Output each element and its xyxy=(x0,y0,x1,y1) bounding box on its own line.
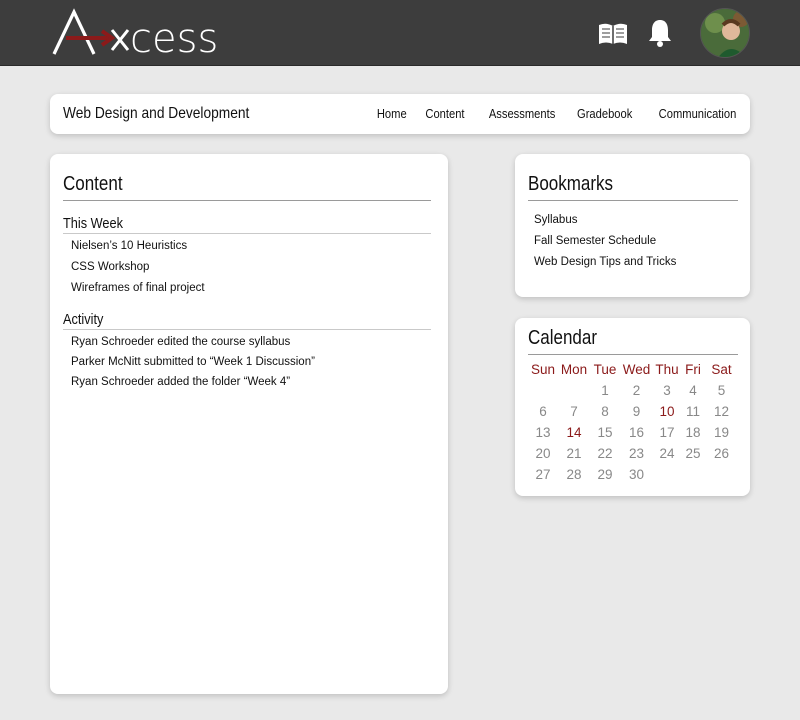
calendar-day[interactable]: 3 xyxy=(653,380,681,401)
calendar-divider xyxy=(528,354,738,355)
calendar-weekday: Wed xyxy=(622,362,651,377)
bookmark-item[interactable]: Fall Semester Schedule xyxy=(534,235,676,256)
bookmarks-title: Bookmarks xyxy=(528,173,614,195)
nav-assessments[interactable]: Assessments xyxy=(489,106,555,121)
content-title: Content xyxy=(63,173,123,195)
calendar-day[interactable]: 28 xyxy=(558,464,590,485)
calendar-empty-cell xyxy=(558,380,590,401)
top-bar: cess xyxy=(0,0,800,66)
calendar-card: Calendar Sun Mon Tue Wed Thu Fri Sat 1 2 3 4 5 6 7 8 9 1… xyxy=(515,318,750,496)
calendar-day[interactable]: 12 xyxy=(705,401,738,422)
book-icon[interactable] xyxy=(598,22,628,51)
calendar-day[interactable]: 13 xyxy=(528,422,558,443)
bookmarks-divider xyxy=(528,200,738,201)
calendar-empty-cell xyxy=(681,464,705,485)
calendar-day[interactable]: 24 xyxy=(653,443,681,464)
calendar-day[interactable]: 17 xyxy=(653,422,681,443)
activity-heading: Activity xyxy=(63,311,104,328)
calendar-empty-cell xyxy=(528,380,558,401)
calendar-weekday: Fri xyxy=(685,362,701,377)
calendar-day[interactable]: 21 xyxy=(558,443,590,464)
calendar-day[interactable]: 18 xyxy=(681,422,705,443)
calendar-day[interactable]: 25 xyxy=(681,443,705,464)
nav-content[interactable]: Content xyxy=(426,106,465,121)
calendar-day[interactable]: 5 xyxy=(705,380,738,401)
calendar-day[interactable]: 23 xyxy=(620,443,653,464)
calendar-empty-cell xyxy=(653,464,681,485)
bookmarks-list: Syllabus Fall Semester Schedule Web Desi… xyxy=(534,214,676,277)
content-card: Content This Week Nielsen’s 10 Heuristic… xyxy=(50,154,448,694)
bell-icon[interactable] xyxy=(647,18,673,53)
calendar-day[interactable]: 8 xyxy=(590,401,620,422)
calendar-day[interactable]: 1 xyxy=(590,380,620,401)
calendar-day[interactable]: 29 xyxy=(590,464,620,485)
calendar-day[interactable]: 16 xyxy=(620,422,653,443)
bookmarks-card: Bookmarks Syllabus Fall Semester Schedul… xyxy=(515,154,750,297)
avatar-image xyxy=(701,9,749,57)
calendar-day[interactable]: 22 xyxy=(590,443,620,464)
activity-list: Ryan Schroeder edited the course syllabu… xyxy=(71,336,315,396)
calendar-weekday: Mon xyxy=(560,362,588,377)
calendar-weekday: Tue xyxy=(593,362,617,377)
bookmark-item[interactable]: Web Design Tips and Tricks xyxy=(534,256,676,277)
calendar-day[interactable]: 9 xyxy=(620,401,653,422)
calendar-weekday: Sun xyxy=(530,362,556,377)
this-week-list: Nielsen’s 10 Heuristics CSS Workshop Wir… xyxy=(71,240,205,303)
this-week-item[interactable]: CSS Workshop xyxy=(71,261,205,282)
calendar-day[interactable]: 30 xyxy=(620,464,653,485)
course-title: Web Design and Development xyxy=(63,105,250,122)
calendar-day[interactable]: 7 xyxy=(558,401,590,422)
calendar-day[interactable]: 14 xyxy=(558,422,590,443)
this-week-divider xyxy=(63,233,431,234)
calendar-day[interactable]: 19 xyxy=(705,422,738,443)
calendar-weekday: Sat xyxy=(711,362,732,377)
svg-text:cess: cess xyxy=(130,16,218,60)
activity-item[interactable]: Ryan Schroeder added the folder “Week 4” xyxy=(71,376,315,396)
calendar-day[interactable]: 10 xyxy=(653,401,681,422)
nav-gradebook[interactable]: Gradebook xyxy=(577,106,632,121)
calendar-day[interactable]: 26 xyxy=(705,443,738,464)
this-week-heading: This Week xyxy=(63,215,123,232)
user-avatar[interactable] xyxy=(700,8,750,58)
this-week-item[interactable]: Wireframes of final project xyxy=(71,282,205,303)
logo[interactable]: cess xyxy=(52,6,232,62)
calendar-day[interactable]: 20 xyxy=(528,443,558,464)
content-title-divider xyxy=(63,200,431,201)
calendar-title: Calendar xyxy=(528,327,597,349)
calendar-day[interactable]: 4 xyxy=(681,380,705,401)
bookmark-item[interactable]: Syllabus xyxy=(534,214,676,235)
calendar-weekday: Thu xyxy=(655,362,679,377)
activity-divider xyxy=(63,329,431,330)
course-nav: Home Content Assessments Gradebook Commu… xyxy=(359,106,736,121)
calendar-day[interactable]: 2 xyxy=(620,380,653,401)
this-week-item[interactable]: Nielsen’s 10 Heuristics xyxy=(71,240,205,261)
calendar-day[interactable]: 11 xyxy=(681,401,705,422)
logo-mark: cess xyxy=(52,8,218,62)
nav-home[interactable]: Home xyxy=(377,106,407,121)
activity-item[interactable]: Ryan Schroeder edited the course syllabu… xyxy=(71,336,315,356)
calendar-grid: Sun Mon Tue Wed Thu Fri Sat 1 2 3 4 5 6 7 8 9 10 11 12 13 14… xyxy=(528,359,738,485)
calendar-day[interactable]: 15 xyxy=(590,422,620,443)
calendar-day[interactable]: 27 xyxy=(528,464,558,485)
activity-item[interactable]: Parker McNitt submitted to “Week 1 Discu… xyxy=(71,356,315,376)
calendar-day[interactable]: 6 xyxy=(528,401,558,422)
calendar-empty-cell xyxy=(705,464,738,485)
course-nav-card: Web Design and Development Home Content … xyxy=(50,94,750,134)
nav-communication[interactable]: Communication xyxy=(658,106,736,121)
